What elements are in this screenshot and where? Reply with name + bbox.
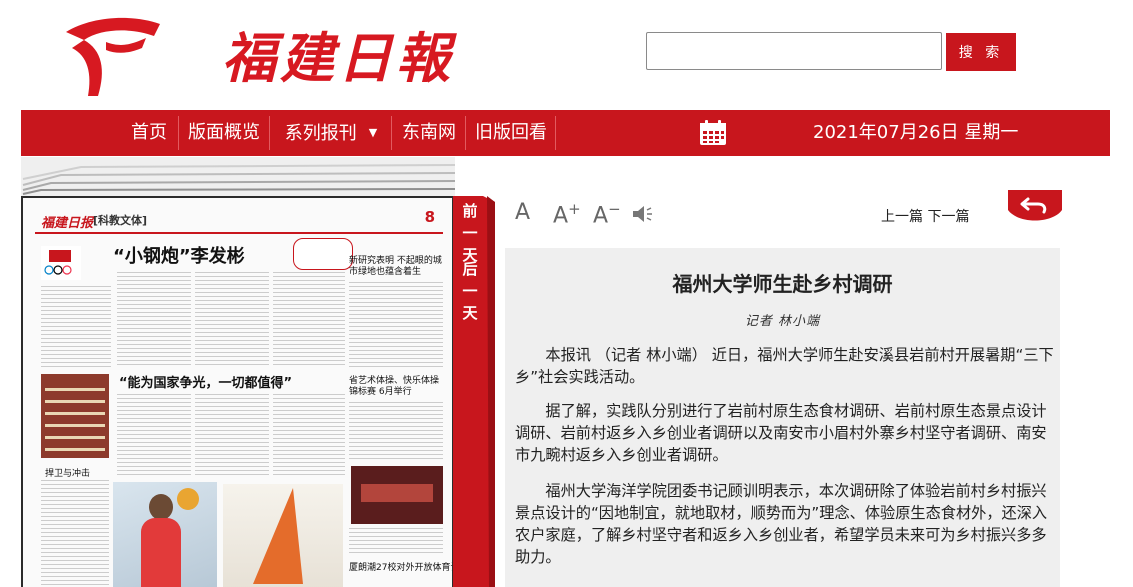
thumbnail-text-block (117, 272, 191, 368)
next-article-link[interactable]: 下一篇 (927, 209, 969, 225)
thumbnail-text-block (117, 394, 191, 478)
thumbnail-text-block (41, 480, 109, 586)
nav-item-series[interactable]: 系列报刊 ▼ (273, 110, 389, 156)
thumbnail-text-block (41, 286, 111, 370)
thumbnail-page-number: 8 (424, 208, 435, 226)
fujian-daily-logo[interactable]: 福建日報 (62, 14, 450, 98)
thumbnail-section: [科教文体] (93, 214, 148, 227)
thumbnail-text-block (195, 394, 269, 478)
caret-down-icon: ▼ (368, 126, 378, 139)
nav-item-dongnan[interactable]: 东南网 (395, 110, 463, 156)
article-author: 记者 林小端 (744, 314, 821, 329)
article-paragraph: 本报讯 （记者 林小端） 近日，福州大学师生赴安溪县岩前村开展暑期“三下乡”社会… (515, 346, 1054, 386)
thumbnail-headline-sports-facilities[interactable]: 厦朗潮27校对外开放体育设施 (349, 560, 452, 573)
thumbnail-masthead: 福建日报 [科教文体] 8 (35, 208, 443, 234)
search-button[interactable]: 搜 索 (946, 33, 1016, 71)
thumbnail-text-block (349, 402, 443, 462)
font-decrease-label: A (593, 203, 609, 229)
article-paragraph: 据了解，实践队分别进行了岩前村原生态食材调研、岩前村原生态景点设计调研、岩前村返… (515, 402, 1047, 464)
olympic-emblem-icon (41, 246, 81, 280)
thumbnail-headline-main[interactable]: “小钢炮”李发彬 (113, 242, 245, 268)
thumbnail-text-block (195, 272, 269, 368)
calendar-icon[interactable] (699, 119, 727, 146)
thumbnail-logo: 福建日报 (41, 216, 94, 231)
logo-swoosh-icon (66, 17, 160, 96)
main-nav: 首页 版面概览 系列报刊 ▼ 东南网 旧版回看 2021年07月26日 星期一 (21, 110, 1110, 156)
thumbnail-headline-gymnastics[interactable]: 省艺术体操、快乐体操锦标赛 6月举行 (349, 376, 445, 398)
logo-text: 福建日報 (222, 26, 454, 90)
article-pager: 上一篇 下一篇 (881, 206, 969, 226)
current-date: 2021年07月26日 星期一 (813, 122, 1019, 143)
article-toolbar: A A+ A− 上一篇 下一篇 (505, 196, 1060, 236)
nav-divider (391, 116, 392, 150)
next-day-tab[interactable]: 后一天 (459, 258, 481, 324)
article-paragraph: 福州大学海洋学院团委书记顾训明表示，本次调研除了体验岩前村乡村振兴景点设计的“因… (515, 482, 1048, 566)
article-title: 福州大学师生赴乡村调研 (672, 272, 893, 296)
nav-divider (555, 116, 556, 150)
font-decrease-button[interactable]: A− (593, 200, 621, 228)
nav-item-overview[interactable]: 版面概览 (181, 110, 267, 156)
search-input[interactable] (646, 32, 942, 70)
nav-item-series-label: 系列报刊 (284, 123, 357, 144)
nav-item-archive[interactable]: 旧版回看 (469, 110, 553, 156)
nav-divider (269, 116, 270, 150)
thumbnail-headline-green-space[interactable]: 新研究表明 不起眼的城市绿地也蕴含着生 (349, 256, 445, 278)
thumbnail-medal-board-photo (41, 374, 109, 458)
thumbnail-basketball-photo (113, 482, 217, 587)
thumbnail-headline-honor[interactable]: “能为国家争光，一切都值得” (119, 372, 292, 391)
thumbnail-text-block (273, 394, 345, 478)
thumbnail-hall-photo (351, 466, 443, 524)
plus-icon: + (568, 200, 581, 218)
font-increase-label: A (553, 203, 569, 229)
thumbnail-text-block (273, 272, 345, 368)
font-increase-button[interactable]: A+ (553, 200, 581, 228)
minus-icon: − (608, 200, 621, 218)
thumbnail-text-block (349, 282, 443, 370)
nav-divider (178, 116, 179, 150)
thumbnail-headline-defend[interactable]: 捍卫与冲击 (45, 466, 90, 479)
thumbnail-rule (35, 232, 443, 234)
thumbnail-quote-bubble (293, 238, 353, 270)
article-content: 福州大学师生赴乡村调研 记者 林小端 本报讯 （记者 林小端） 近日，福州大学师… (505, 248, 1060, 587)
prev-article-link[interactable]: 上一篇 (881, 209, 923, 225)
thumbnail-text-block (349, 528, 443, 556)
font-reset-button[interactable]: A (515, 200, 530, 225)
return-arrow-icon[interactable] (1008, 190, 1062, 224)
date-tabs: 前一天 后一天 (453, 196, 495, 587)
thumbnail-sailing-photo (223, 484, 343, 587)
prev-day-tab[interactable]: 前一天 (459, 200, 481, 266)
nav-item-home[interactable]: 首页 (123, 110, 175, 156)
speaker-icon[interactable] (631, 204, 653, 224)
paper-stack-decoration (21, 157, 455, 197)
newspaper-page-thumbnail[interactable]: 福建日报 [科教文体] 8 “小钢炮”李发彬 新研究表明 不起眼的城市绿地也蕴含… (21, 196, 454, 587)
nav-divider (465, 116, 466, 150)
